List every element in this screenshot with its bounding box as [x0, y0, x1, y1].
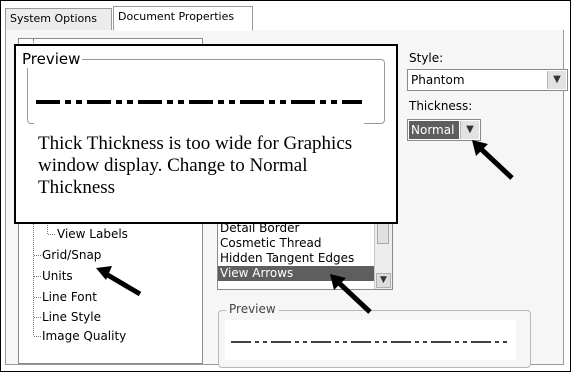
- callout-preview-area: [34, 80, 364, 124]
- preview-area: [225, 320, 516, 360]
- chevron-down-icon[interactable]: ▼: [547, 71, 566, 89]
- list-item-cosmetic-thread[interactable]: Cosmetic Thread: [220, 236, 321, 251]
- arrow-pointer-icon: [330, 274, 372, 314]
- thickness-value: Normal: [409, 121, 459, 139]
- callout-text: Thick Thickness is too wide for Graphics…: [38, 133, 353, 198]
- tree-item-view-labels[interactable]: View Labels: [57, 227, 128, 241]
- tree-item-line-style[interactable]: Line Style: [42, 310, 101, 324]
- tree-connector: [34, 276, 41, 277]
- preview-label: Preview: [226, 302, 279, 316]
- arrow-pointer-icon: [96, 266, 142, 297]
- arrow-pointer-icon: [472, 140, 514, 180]
- scrollbar-thumb[interactable]: [377, 222, 389, 244]
- tree-item-image-quality[interactable]: Image Quality: [42, 329, 126, 343]
- thick-phantom-line-preview: [36, 100, 362, 104]
- style-dropdown[interactable]: Phantom ▼: [407, 69, 568, 91]
- tree-connector: [34, 336, 41, 337]
- tree-item-units[interactable]: Units: [42, 269, 73, 283]
- style-value: Phantom: [411, 73, 465, 87]
- phantom-line-preview: [231, 341, 511, 343]
- tree-connector: [34, 297, 41, 298]
- tab-document-properties[interactable]: Document Properties: [113, 6, 253, 31]
- style-label: Style:: [409, 51, 444, 65]
- tree-connector: [34, 317, 41, 318]
- tree-connector: [34, 255, 41, 256]
- tree-connector: [48, 234, 55, 235]
- tab-system-options[interactable]: System Options: [5, 8, 112, 30]
- list-item-hidden-tangent-edges[interactable]: Hidden Tangent Edges: [220, 251, 354, 266]
- chevron-down-icon[interactable]: ▼: [376, 273, 391, 288]
- callout-preview-title: Preview: [20, 50, 83, 68]
- thickness-label: Thickness:: [409, 99, 473, 113]
